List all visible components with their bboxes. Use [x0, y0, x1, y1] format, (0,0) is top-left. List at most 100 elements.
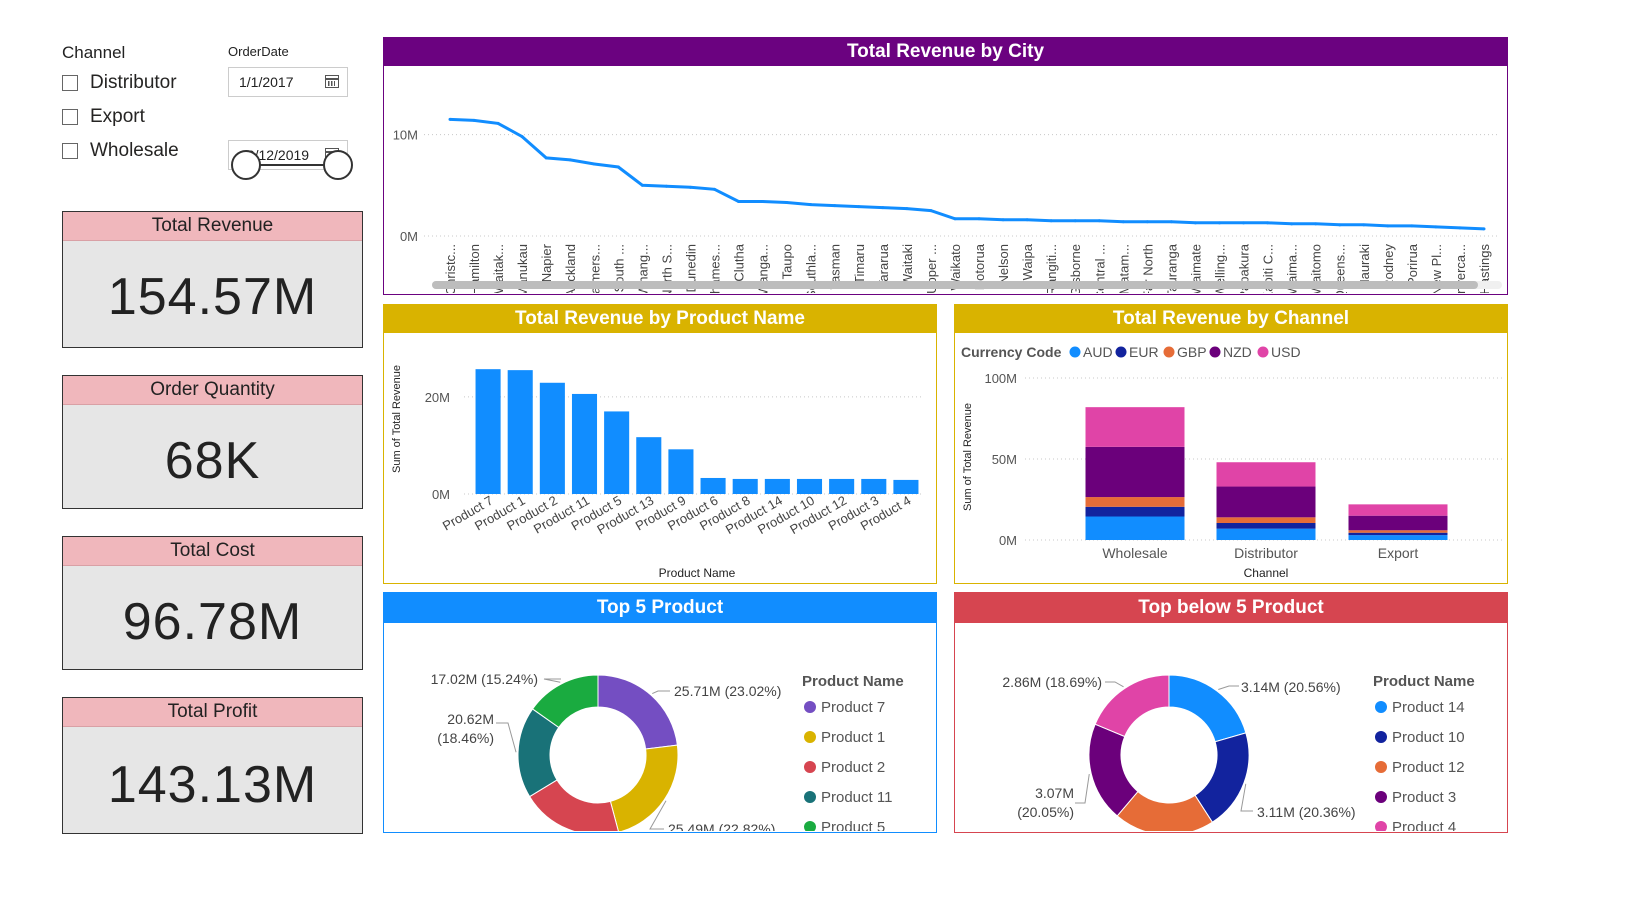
- kpi-value: 68K: [164, 432, 261, 490]
- channel-option-distributor[interactable]: Distributor: [62, 66, 179, 100]
- x-tick-label: Distributor: [1234, 545, 1298, 561]
- kpi-title: Total Profit: [63, 698, 362, 727]
- data-point: [568, 158, 572, 162]
- legend-swatch: [1257, 346, 1269, 358]
- data-point: [1266, 221, 1270, 225]
- data-label: 3.11M (20.36%): [1257, 804, 1356, 820]
- legend-swatch: [804, 821, 816, 831]
- product-revenue-bar-chart[interactable]: 0M20MProduct 7Product 1Product 2Product …: [384, 333, 935, 582]
- data-point: [1073, 219, 1077, 223]
- top5-product-donut-chart[interactable]: 25.71M (23.02%) 25.49M (22.82%) 22.85M (20…: [384, 623, 935, 831]
- data-point: [977, 217, 981, 221]
- date-range-end-handle[interactable]: [323, 150, 353, 180]
- x-tick-label: Waitaki: [900, 244, 915, 286]
- kpi-title: Total Revenue: [63, 212, 362, 241]
- donut-slice: [1094, 674, 1170, 738]
- channel-option-wholesale[interactable]: Wholesale: [62, 134, 179, 168]
- x-tick-label: Wholesale: [1102, 545, 1168, 561]
- bar-segment: [1216, 486, 1316, 518]
- top5-product-title: Top 5 Product: [384, 593, 936, 623]
- data-point: [1410, 224, 1414, 228]
- bar: [829, 478, 855, 494]
- data-point: [761, 200, 765, 204]
- legend-swatch: [804, 701, 816, 713]
- data-point: [616, 165, 620, 169]
- legend-label: AUD: [1083, 344, 1113, 360]
- bar-segment: [1216, 462, 1316, 487]
- legend-label: Product 11: [821, 789, 892, 806]
- data-label: 25.49M (22.82%): [668, 821, 775, 831]
- data-point: [664, 184, 668, 188]
- kpi-card-order-quantity: Order Quantity 68K: [62, 375, 363, 509]
- legend-swatch: [1375, 701, 1387, 713]
- date-range-start-handle[interactable]: [231, 150, 261, 180]
- calendar-icon[interactable]: [325, 75, 339, 88]
- data-point: [592, 162, 596, 166]
- bar-segment: [1085, 516, 1185, 540]
- orderdate-slicer-title: OrderDate: [228, 44, 289, 59]
- x-tick-label: Clutha: [732, 243, 747, 281]
- data-point: [1242, 221, 1246, 225]
- data-point: [1290, 222, 1294, 226]
- bar: [636, 437, 662, 494]
- channel-revenue-stacked-chart[interactable]: Currency Code AUD EUR GBP NZD USD 0M 50M 100M Who…: [955, 333, 1506, 582]
- top5-product-panel: Top 5 Product 25.71M (23.02%) 25.49M (22.…: [383, 592, 937, 833]
- legend-label: Product 3: [1392, 789, 1456, 806]
- bar-segment: [1348, 530, 1448, 533]
- legend-label: Product 7: [821, 699, 885, 716]
- bar: [700, 477, 726, 494]
- legend-label: Product 5: [821, 819, 885, 831]
- date-start-input[interactable]: 1/1/2017: [228, 67, 348, 97]
- channel-option-export[interactable]: Export: [62, 100, 179, 134]
- y-tick-label: 100M: [984, 371, 1017, 386]
- data-point: [833, 204, 837, 208]
- x-tick-label: Napier: [539, 243, 554, 282]
- kpi-value: 143.13M: [107, 756, 318, 814]
- x-tick-label: Nelson: [996, 244, 1011, 284]
- y-tick-label: 0M: [432, 487, 450, 502]
- kpi-card-total-profit: Total Profit 143.13M: [62, 697, 363, 834]
- legend-swatch: [804, 731, 816, 743]
- leader-line: [543, 678, 561, 683]
- checkbox-icon[interactable]: [62, 109, 78, 125]
- data-point: [1434, 225, 1438, 229]
- leader-line: [1218, 685, 1239, 690]
- legend-swatch: [1375, 821, 1387, 831]
- product-revenue-panel: Total Revenue by Product Name 0M 20M Produ…: [383, 304, 937, 584]
- data-point: [1001, 218, 1005, 222]
- channel-option-label: Export: [90, 106, 145, 127]
- product-revenue-title: Total Revenue by Product Name: [384, 305, 936, 333]
- city-revenue-line-chart[interactable]: 0M10MChristc... Hamilton Waitak... Manukau N…: [384, 66, 1506, 293]
- bar-segment: [1085, 497, 1185, 507]
- channel-slicer-title: Channel: [62, 43, 126, 62]
- legend-swatch: [1375, 761, 1387, 773]
- legend-swatch: [1115, 346, 1127, 358]
- data-point: [713, 187, 717, 191]
- bar-segment: [1085, 446, 1185, 498]
- legend-swatch: [1375, 791, 1387, 803]
- legend-label: NZD: [1223, 344, 1252, 360]
- leader-line: [652, 690, 670, 694]
- leader-line: [496, 722, 517, 753]
- kpi-value: 96.78M: [122, 593, 303, 651]
- leader-line: [1240, 783, 1253, 812]
- data-label: 17.02M (15.24%): [431, 671, 538, 687]
- x-tick-label: Export: [1378, 545, 1419, 561]
- bar: [507, 370, 533, 494]
- data-point: [929, 209, 933, 213]
- x-axis-title: Product Name: [659, 566, 736, 580]
- checkbox-icon[interactable]: [62, 75, 78, 91]
- data-point: [905, 207, 909, 211]
- data-point: [1362, 223, 1366, 227]
- data-point: [640, 183, 644, 187]
- bar: [893, 479, 919, 494]
- data-point: [1338, 223, 1342, 227]
- bottom5-product-donut-chart[interactable]: 3.14M (20.56%)3.11M (20.36%)3.11M (20.33…: [955, 623, 1506, 831]
- bar: [571, 393, 598, 494]
- data-label: 2.86M (18.69%): [1002, 674, 1102, 690]
- city-revenue-panel: Total Revenue by City 0M 10M Christc... Ham…: [383, 37, 1508, 295]
- checkbox-icon[interactable]: [62, 143, 78, 159]
- data-label: (20.05%): [1017, 804, 1074, 820]
- bar: [668, 449, 694, 494]
- legend-swatch: [1163, 346, 1175, 358]
